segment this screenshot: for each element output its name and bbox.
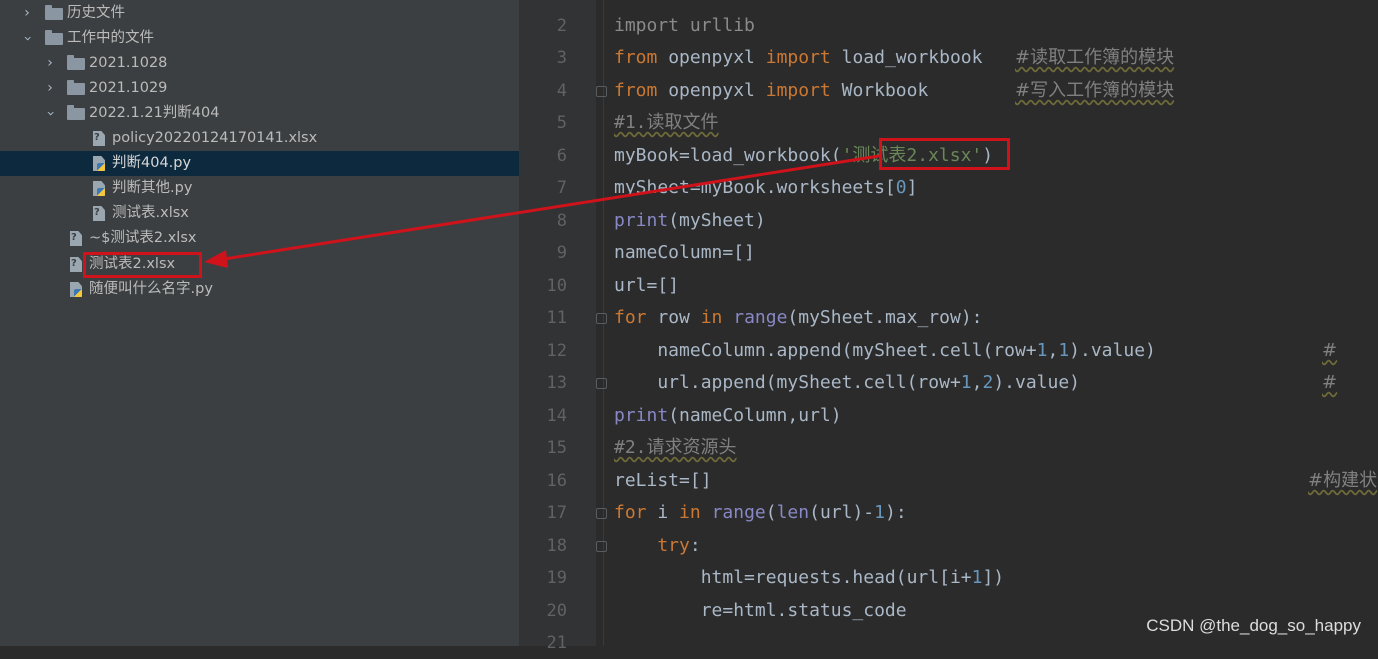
arrow-shaft bbox=[223, 154, 880, 261]
annotation-arrow bbox=[204, 154, 880, 268]
watermark: CSDN @the_dog_so_happy bbox=[1146, 616, 1361, 635]
arrow-head-icon bbox=[204, 250, 228, 268]
